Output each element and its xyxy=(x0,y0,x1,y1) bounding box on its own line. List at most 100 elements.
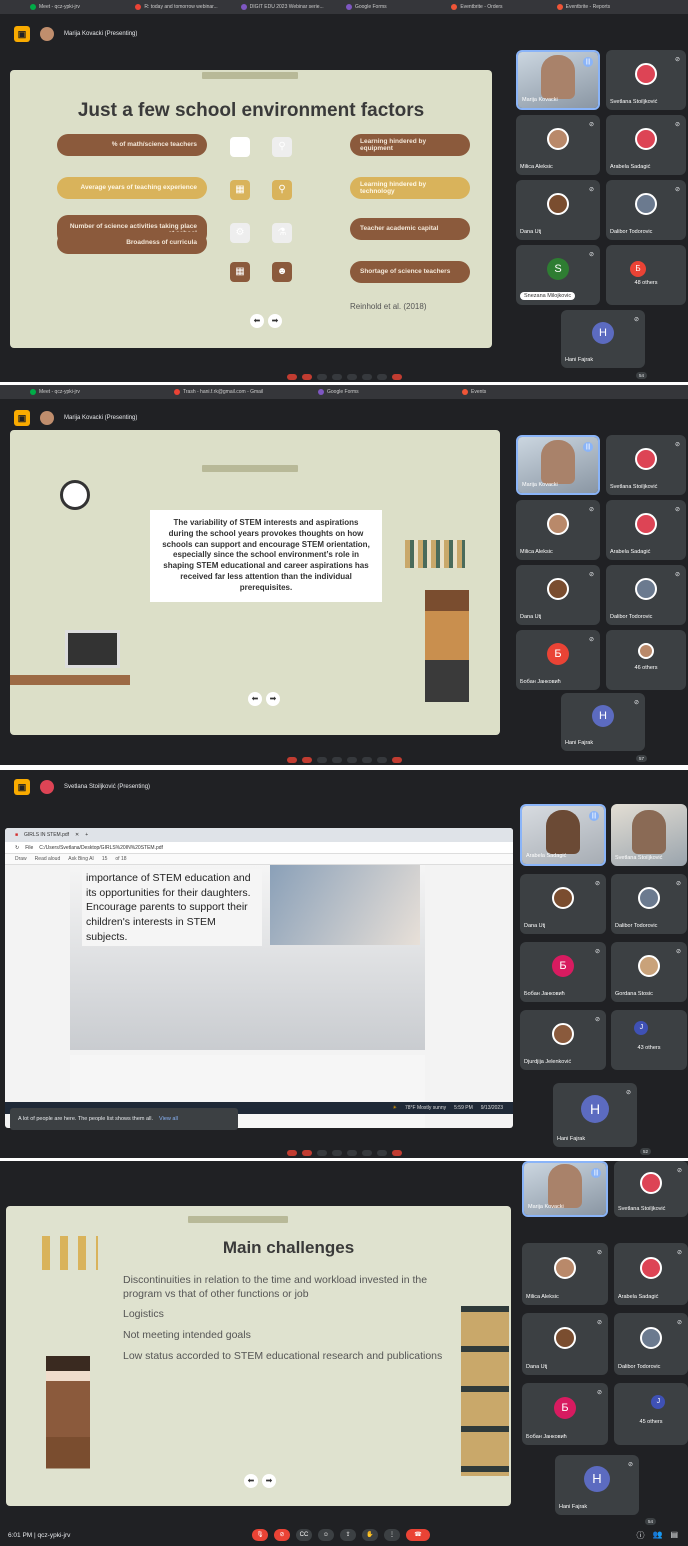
participant-tile[interactable]: ⊘ Milica Aleksic xyxy=(516,115,600,175)
hangup-button[interactable] xyxy=(391,1150,402,1156)
self-tile[interactable]: H ⊘ Hani Fajrak xyxy=(555,1455,639,1515)
raise-hand-icon[interactable]: ✋ xyxy=(362,1529,378,1541)
participant-tile[interactable]: ||| Marija Kovacki xyxy=(522,1161,608,1217)
hangup-icon[interactable]: ☎ xyxy=(406,1529,430,1541)
participant-tile[interactable]: ⊘ Dana Utj xyxy=(520,874,606,934)
ask-bing-button[interactable]: Ask Bing AI xyxy=(68,856,94,862)
others-tile[interactable]: Б 48 others xyxy=(606,245,686,305)
participant-tile[interactable]: ⊘ Svetlana Stoiljković xyxy=(606,435,686,495)
factor-pill: Average years of teaching experience xyxy=(57,177,207,199)
participant-tile[interactable]: Б ⊘ Бобан Јанковић xyxy=(516,630,600,690)
participant-tile[interactable]: ⊘ Arabela Sadagić xyxy=(606,500,686,560)
participant-tile[interactable]: Б ⊘ Бобан Јанковић xyxy=(520,942,606,1002)
others-tile[interactable]: 46 others xyxy=(606,630,686,690)
grid-icon: ▦ xyxy=(230,262,250,282)
camera-off-icon[interactable]: ⊘ xyxy=(274,1529,290,1541)
presenter-bar: ▣ Marija Kovacki (Presenting) xyxy=(14,409,137,427)
participant-tile[interactable]: ⊘ Svetlana Stoiljković xyxy=(614,1161,688,1217)
mic-off-icon[interactable]: 🎙 xyxy=(252,1529,268,1541)
more-options-icon[interactable]: ⋮ xyxy=(384,1529,400,1541)
view-all-link[interactable]: View all xyxy=(159,1116,178,1122)
meeting-code: qcz-ypki-jrv xyxy=(37,1531,71,1539)
browser-tab[interactable]: R: today and tomorrow webinar... xyxy=(135,2,236,12)
browser-tab[interactable]: Eventbrite - Reports xyxy=(556,2,658,12)
gears-icon: ⚙ xyxy=(230,223,250,243)
participant-tile[interactable]: ⊘ Milica Aleksic xyxy=(522,1243,608,1305)
meet-panel-icon[interactable]: ▣ xyxy=(14,779,30,795)
browser-tab[interactable]: Eventbrite - Orders xyxy=(451,2,552,12)
bookshelf-icon xyxy=(461,1306,509,1476)
browser-tab[interactable]: DIGIT EDU 2023 Webinar serie... xyxy=(240,2,342,12)
participant-tile[interactable]: ⊘ Svetlana Stoiljković xyxy=(606,50,686,110)
self-tile[interactable]: H ⊘ Hani Fajrak xyxy=(561,693,645,751)
new-tab-icon[interactable]: + xyxy=(85,832,88,838)
participant-tile[interactable]: ⊘ Dana Utj xyxy=(522,1313,608,1375)
participant-tile[interactable]: ⊘ Dana Utj xyxy=(516,180,600,240)
read-aloud-button[interactable]: Read aloud xyxy=(35,856,61,862)
info-icon[interactable]: ⓘ xyxy=(636,1530,644,1541)
telescope-icon: ⚲ xyxy=(272,137,292,157)
participant-tile[interactable]: ⊘ Dalibor Todorovic xyxy=(614,1313,688,1375)
self-tile[interactable]: H ⊘ Hani Fajrak xyxy=(561,310,645,368)
participant-tile[interactable]: ||| Arabela Sadagić xyxy=(520,804,606,866)
browser-tab[interactable]: Meet - qcz-ypki-jrv xyxy=(30,2,131,12)
participant-tile[interactable]: ⊘ Gordana Stosic xyxy=(611,942,687,1002)
mic-off-icon: ⊘ xyxy=(674,507,680,513)
browser-tab[interactable]: Google Forms xyxy=(318,387,458,397)
prev-slide-icon[interactable]: ⬅ xyxy=(244,1474,258,1488)
participant-tile[interactable]: ⊘ Milica Aleksic xyxy=(516,500,600,560)
browser-tab[interactable]: Google Forms xyxy=(345,2,447,12)
others-tile[interactable]: J 45 others xyxy=(614,1383,688,1445)
hangup-button[interactable] xyxy=(391,757,402,763)
camera-button[interactable] xyxy=(301,374,312,380)
participant-tile[interactable]: ⊘ Dalibor Todorovic xyxy=(611,874,687,934)
hangup-button[interactable] xyxy=(391,374,402,380)
presentation-slide: Just a few school environment factors % … xyxy=(10,70,492,348)
prev-slide-icon[interactable]: ⬅ xyxy=(250,314,264,328)
meet-panel-icon[interactable]: ▣ xyxy=(14,26,30,42)
control-bar xyxy=(0,1150,688,1158)
pdf-tab[interactable]: GIRLS IN STEM.pdf xyxy=(24,832,69,838)
present-icon[interactable]: ⇪ xyxy=(340,1529,356,1541)
pdf-page: importance of STEM education and its opp… xyxy=(70,865,425,1050)
participant-tile[interactable]: ⊘ Dalibor Todorovic xyxy=(606,180,686,240)
captions-icon[interactable]: CC xyxy=(296,1529,312,1541)
prev-slide-icon[interactable]: ⬅ xyxy=(248,692,262,706)
participant-tile[interactable]: S ⊘ Snezana Milojkovic xyxy=(516,245,600,305)
participant-tile[interactable]: Б ⊘ Бобан Јанковић xyxy=(522,1383,608,1445)
refresh-icon[interactable]: ↻ xyxy=(15,845,19,851)
browser-tab[interactable]: Meet - qcz-ypki-jrv xyxy=(30,387,170,397)
mic-off-icon: ⊘ xyxy=(596,1390,602,1396)
participant-tile[interactable]: ⊘ Dalibor Todorovic xyxy=(606,565,686,625)
participant-tile[interactable]: ⊘ Djurdjija Jelenković xyxy=(520,1010,606,1070)
address-bar[interactable]: C:/Users/Svetlana/Desktop/GIRLS%20IN%20S… xyxy=(39,845,163,851)
slide-decoration xyxy=(202,72,298,79)
file-label: File xyxy=(25,844,34,851)
page-number-input[interactable]: 15 xyxy=(102,856,108,862)
next-slide-icon[interactable]: ➡ xyxy=(268,314,282,328)
close-icon[interactable]: ✕ xyxy=(75,832,79,838)
others-tile[interactable]: J 43 others xyxy=(611,1010,687,1070)
presenter-bar: ▣ Svetlana Stoiljković (Presenting) xyxy=(14,778,150,796)
browser-tab[interactable]: Trash - hani.f.rk@gmail.com - Gmail xyxy=(174,387,314,397)
people-icon[interactable]: 👥 xyxy=(652,1530,662,1541)
participant-tile[interactable]: ⊘ Arabela Sadagić xyxy=(614,1243,688,1305)
chat-icon[interactable]: ▤ xyxy=(670,1530,678,1541)
emoji-icon[interactable]: ☺ xyxy=(318,1529,334,1541)
participant-tile[interactable]: ||| Marija Kovacki xyxy=(516,50,600,110)
meet-panel-icon[interactable]: ▣ xyxy=(14,410,30,426)
participant-tile[interactable]: ||| Marija Kovacki xyxy=(516,435,600,495)
self-tile[interactable]: H ⊘ Hani Fajrak xyxy=(553,1083,637,1147)
next-slide-icon[interactable]: ➡ xyxy=(266,692,280,706)
draw-button[interactable]: Draw xyxy=(15,856,27,862)
factor-pill: Shortage of science teachers xyxy=(350,261,470,283)
browser-tab[interactable]: Events xyxy=(462,387,602,397)
participant-tile[interactable]: ⊘ Dana Utj xyxy=(516,565,600,625)
factor-pill: Broadness of curricula xyxy=(57,232,207,254)
next-slide-icon[interactable]: ➡ xyxy=(262,1474,276,1488)
mic-button[interactable] xyxy=(286,374,297,380)
participant-tile[interactable]: Svetlana Stoiljković xyxy=(611,804,687,866)
participant-tile[interactable]: ⊘ Arabela Sadagić xyxy=(606,115,686,175)
speaking-icon: ||| xyxy=(583,57,593,67)
meet-screenshot-2: Meet - qcz-ypki-jrv Trash - hani.f.rk@gm… xyxy=(0,385,688,765)
